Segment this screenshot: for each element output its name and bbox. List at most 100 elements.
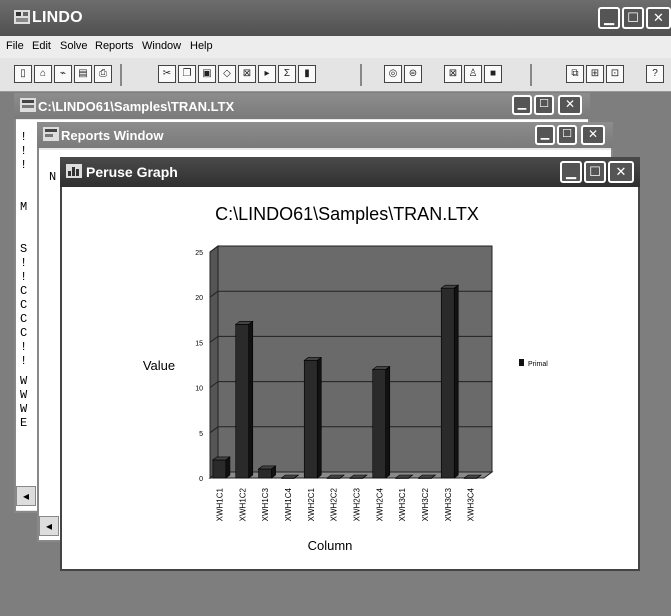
bar-side xyxy=(316,356,322,479)
document-window-titlebar[interactable]: C:\LINDO61\Samples\TRAN.LTX ▁ ☐ ✕ xyxy=(14,93,590,119)
bar xyxy=(258,468,272,479)
app-title: LINDO xyxy=(32,9,83,26)
maximize-icon: ☐ xyxy=(627,10,639,25)
options-icon[interactable]: ⊠ xyxy=(444,65,462,83)
compile-icon[interactable]: ⊜ xyxy=(404,65,422,83)
x-tick-label: XWH1C4 xyxy=(284,487,293,521)
bar-side xyxy=(385,365,391,479)
close-button[interactable]: ✕ xyxy=(646,7,671,29)
bar-side xyxy=(225,456,231,479)
solve-icon[interactable]: ◎ xyxy=(384,65,402,83)
new-file-icon[interactable]: ▯ xyxy=(14,65,32,83)
cascade-icon[interactable]: ⧉ xyxy=(566,65,584,83)
y-axis-label: Value xyxy=(143,358,175,373)
toolbar-separator xyxy=(360,64,362,86)
close-icon: ✕ xyxy=(615,164,627,179)
help-icon[interactable]: ? xyxy=(646,65,664,83)
close-icon: ✕ xyxy=(564,97,576,111)
margin-line: W xyxy=(20,388,28,402)
x-tick-label: XWH2C1 xyxy=(307,487,316,521)
paste-icon[interactable]: ▣ xyxy=(198,65,216,83)
scroll-left-button[interactable]: ◂ xyxy=(16,486,36,506)
reports-scroll-left-button[interactable]: ◂ xyxy=(39,516,59,536)
bar-side xyxy=(453,284,459,479)
clear-icon[interactable]: ◇ xyxy=(218,65,236,83)
bar-side xyxy=(248,320,254,479)
menu-bar: File Edit Solve Reports Window Help xyxy=(0,36,671,58)
reports-partial-text: N xyxy=(49,170,57,184)
bar xyxy=(372,369,387,479)
reports-close-button[interactable]: ✕ xyxy=(581,125,605,145)
goto-icon[interactable]: ▸ xyxy=(258,65,276,83)
sum-icon[interactable]: Σ xyxy=(278,65,296,83)
peruse-graph-titlebar[interactable]: Peruse Graph ▁ ☐ ✕ xyxy=(60,157,640,187)
doc-close-button[interactable]: ✕ xyxy=(558,95,582,115)
open-file-icon[interactable]: ⌂ xyxy=(34,65,52,83)
y-tick-label: 20 xyxy=(195,295,203,302)
app-titlebar: LINDO ▁ ☐ ✕ xyxy=(0,0,671,36)
cut-icon[interactable]: ✂ xyxy=(158,65,176,83)
y-tick-label: 25 xyxy=(195,250,203,257)
doc-maximize-button[interactable]: ☐ xyxy=(534,95,554,115)
close-doc-icon[interactable]: ▮ xyxy=(298,65,316,83)
reports-window-titlebar[interactable]: Reports Window ▁ ☐ ✕ xyxy=(37,122,613,148)
margin-line: W xyxy=(20,374,28,388)
print-icon[interactable]: ⎙ xyxy=(94,65,112,83)
save-icon[interactable]: ▤ xyxy=(74,65,92,83)
margin-line: C xyxy=(20,326,28,340)
picture-icon[interactable]: ■ xyxy=(484,65,502,83)
minimize-icon: ▁ xyxy=(566,164,576,179)
margin-line: E xyxy=(20,416,28,430)
menu-window[interactable]: Window xyxy=(142,40,181,52)
x-tick-label: XWH3C1 xyxy=(398,487,407,521)
maximize-button[interactable]: ☐ xyxy=(622,7,644,29)
chevron-left-icon: ◂ xyxy=(22,489,30,503)
margin-line: ! xyxy=(20,270,28,284)
margin-line: M xyxy=(20,200,28,214)
x-tick-label: XWH2C2 xyxy=(330,487,339,521)
find-icon[interactable]: ⊠ xyxy=(238,65,256,83)
arrange-icon[interactable]: ⊡ xyxy=(606,65,624,83)
margin-line: ! xyxy=(20,354,28,368)
reports-minimize-button[interactable]: ▁ xyxy=(535,125,555,145)
bar xyxy=(212,459,227,479)
y-tick-label: 5 xyxy=(199,431,203,438)
x-tick-label: XWH3C3 xyxy=(444,487,453,521)
margin-line: S xyxy=(20,242,28,256)
chevron-left-icon: ◂ xyxy=(45,519,53,533)
minimize-button[interactable]: ▁ xyxy=(598,7,620,29)
lindo-app-icon xyxy=(14,10,30,24)
x-tick-label: XWH2C4 xyxy=(375,487,384,521)
bar-chart: C:\LINDO61\Samples\TRAN.LTX Value Column… xyxy=(143,204,548,553)
margin-line: C xyxy=(20,298,28,312)
reports-window-title: Reports Window xyxy=(61,128,164,143)
document-window-title: C:\LINDO61\Samples\TRAN.LTX xyxy=(38,99,235,114)
menu-reports[interactable]: Reports xyxy=(95,40,134,52)
toolbar-separator xyxy=(120,64,122,86)
bar xyxy=(235,324,250,479)
menu-file[interactable]: File xyxy=(6,40,24,52)
graph-minimize-button[interactable]: ▁ xyxy=(560,161,582,183)
legend-swatch xyxy=(519,359,524,366)
x-axis-label: Column xyxy=(308,538,353,553)
graph-maximize-button[interactable]: ☐ xyxy=(584,161,606,183)
margin-line: C xyxy=(20,312,28,326)
margin-line: ! xyxy=(20,340,28,354)
y-tick-label: 15 xyxy=(195,340,203,347)
margin-line: ! xyxy=(20,144,28,158)
x-tick-label: XWH1C1 xyxy=(215,487,224,521)
bar xyxy=(303,360,318,479)
menu-solve[interactable]: Solve xyxy=(60,40,88,52)
x-tick-label: XWH3C2 xyxy=(421,487,430,521)
open-report-icon[interactable]: ⌁ xyxy=(54,65,72,83)
peruse-icon[interactable]: ♙ xyxy=(464,65,482,83)
copy-icon[interactable]: ❐ xyxy=(178,65,196,83)
menu-help[interactable]: Help xyxy=(190,40,213,52)
x-tick-label: XWH1C2 xyxy=(238,487,247,521)
graph-close-button[interactable]: ✕ xyxy=(608,161,634,183)
tile-icon[interactable]: ⊞ xyxy=(586,65,604,83)
reports-maximize-button[interactable]: ☐ xyxy=(557,125,577,145)
menu-edit[interactable]: Edit xyxy=(32,40,51,52)
legend-label: Primal xyxy=(528,361,548,368)
doc-minimize-button[interactable]: ▁ xyxy=(512,95,532,115)
